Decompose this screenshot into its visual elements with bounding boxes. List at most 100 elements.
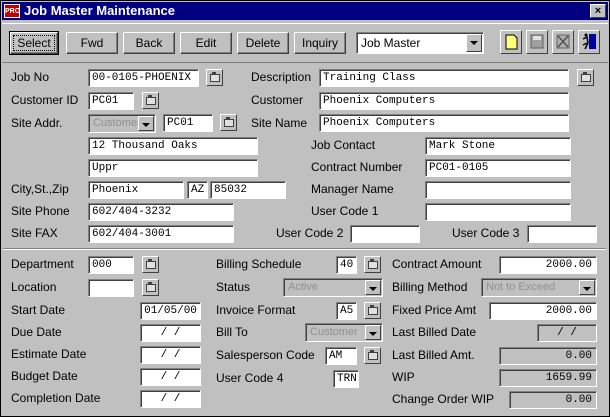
delete-button[interactable]: Delete <box>237 32 289 54</box>
save-disk-icon <box>530 34 544 49</box>
close-button[interactable]: × <box>590 4 606 18</box>
wip-field: 1659.99 <box>499 369 597 387</box>
app-logo-icon: PRO <box>4 4 20 18</box>
billing-method-value: Not to Exceed <box>486 281 556 293</box>
due-date-field[interactable]: / / <box>140 324 201 342</box>
invoice-format-label: Invoice Format <box>216 303 296 317</box>
due-date-label: Due Date <box>11 325 62 339</box>
contract-number-field[interactable]: PC01-0105 <box>425 159 571 177</box>
customer-id-label: Customer ID <box>11 93 79 107</box>
site-fax-label: Site FAX <box>11 226 58 240</box>
customer-field[interactable]: Phoenix Computers <box>319 92 569 110</box>
exit-door-icon <box>582 33 596 50</box>
bill-to-select[interactable]: Customer <box>305 323 383 342</box>
user-code4-label: User Code 4 <box>216 371 284 385</box>
user-code2-label: User Code 2 <box>276 226 344 240</box>
bill-to-label: Bill To <box>216 325 248 339</box>
job-no-lookup-icon[interactable] <box>206 69 223 86</box>
job-contact-field[interactable]: Mark Stone <box>425 137 571 155</box>
department-label: Department <box>11 257 74 271</box>
state-field[interactable]: AZ <box>187 181 208 199</box>
department-lookup-icon[interactable] <box>142 256 159 273</box>
exit-button[interactable] <box>578 30 600 54</box>
job-master-window: PRO Job Master Maintenance × Select Fwd … <box>0 0 610 417</box>
delete-record-button[interactable] <box>552 30 574 54</box>
completion-date-field[interactable]: / / <box>140 390 201 408</box>
site-phone-field[interactable]: 602/404-3232 <box>88 203 234 221</box>
manager-name-label: Manager Name <box>311 182 394 196</box>
change-order-wip-label: Change Order WIP <box>392 392 495 406</box>
last-billed-amt-field: 0.00 <box>499 347 597 365</box>
invoice-format-lookup-icon[interactable] <box>364 302 381 319</box>
contract-number-label: Contract Number <box>311 160 403 174</box>
job-no-label: Job No <box>11 70 50 84</box>
description-lookup-icon[interactable] <box>577 69 594 86</box>
manager-name-field[interactable] <box>425 181 571 199</box>
billing-schedule-field[interactable]: 40 <box>336 256 357 274</box>
chevron-down-icon[interactable] <box>466 34 482 52</box>
city-field[interactable]: Phoenix <box>88 181 184 199</box>
select-button[interactable]: Select <box>9 31 59 55</box>
customer-id-field[interactable]: PC01 <box>88 92 134 110</box>
address2-field[interactable]: Uppr <box>88 159 258 177</box>
site-phone-label: Site Phone <box>11 204 70 218</box>
save-button[interactable] <box>526 30 548 54</box>
location-field[interactable] <box>88 279 134 297</box>
site-code-field[interactable]: PC01 <box>163 114 213 132</box>
site-name-label: Site Name <box>251 116 308 130</box>
fwd-button[interactable]: Fwd <box>66 32 118 54</box>
estimate-date-label: Estimate Date <box>11 347 87 361</box>
chevron-down-icon[interactable] <box>365 280 381 295</box>
fixed-price-amt-label: Fixed Price Amt <box>392 303 477 317</box>
user-code3-label: User Code 3 <box>452 226 520 240</box>
new-button[interactable] <box>500 30 522 54</box>
salesperson-code-field[interactable]: AM <box>325 347 357 365</box>
site-fax-field[interactable]: 602/404-3001 <box>88 225 234 243</box>
billing-schedule-lookup-icon[interactable] <box>364 256 381 273</box>
status-value: Active <box>288 281 318 293</box>
city-state-zip-label: City,St.,Zip <box>11 182 69 196</box>
last-billed-amt-label: Last Billed Amt. <box>392 348 475 362</box>
user-code1-field[interactable] <box>425 203 571 221</box>
site-name-field[interactable]: Phoenix Computers <box>319 114 569 132</box>
location-lookup-icon[interactable] <box>142 279 159 296</box>
site-addr-label: Site Addr. <box>11 116 63 130</box>
customer-id-lookup-icon[interactable] <box>142 92 159 109</box>
chevron-down-icon[interactable] <box>365 325 381 340</box>
delete-record-icon <box>556 34 570 49</box>
address1-field[interactable]: 12 Thousand Oaks <box>88 137 258 155</box>
site-addr-type-select[interactable]: Customer <box>88 114 156 133</box>
start-date-field[interactable]: 01/05/00 <box>140 302 201 320</box>
start-date-label: Start Date <box>11 303 66 317</box>
status-select[interactable]: Active <box>283 278 383 297</box>
contract-amount-field[interactable]: 2000.00 <box>499 256 597 274</box>
site-code-lookup-icon[interactable] <box>220 114 237 131</box>
budget-date-field[interactable]: / / <box>140 368 201 386</box>
user-code1-label: User Code 1 <box>311 204 379 218</box>
user-code4-field[interactable]: TRN <box>333 370 359 388</box>
toolbar: Select Fwd Back Edit Delete Inquiry Job … <box>2 23 608 63</box>
job-no-field[interactable]: 00-0105-PHOENIX <box>88 69 199 87</box>
invoice-format-field[interactable]: A5 <box>336 302 357 320</box>
view-select[interactable]: Job Master <box>356 32 484 54</box>
department-field[interactable]: 000 <box>88 256 134 274</box>
salesperson-code-lookup-icon[interactable] <box>364 347 381 364</box>
back-button[interactable]: Back <box>123 32 175 54</box>
bill-to-value: Customer <box>310 326 358 338</box>
last-billed-date-field: / / <box>537 324 597 342</box>
billing-method-select[interactable]: Not to Exceed <box>481 278 597 297</box>
fixed-price-amt-field[interactable]: 2000.00 <box>489 302 597 320</box>
user-code2-field[interactable] <box>350 225 420 243</box>
description-field[interactable]: Training Class <box>319 69 569 87</box>
zip-field[interactable]: 85032 <box>210 181 286 199</box>
chevron-down-icon[interactable] <box>579 280 595 295</box>
user-code3-field[interactable] <box>527 225 597 243</box>
window-title: Job Master Maintenance <box>24 3 175 18</box>
edit-button[interactable]: Edit <box>180 32 232 54</box>
estimate-date-field[interactable]: / / <box>140 346 201 364</box>
billing-schedule-label: Billing Schedule <box>216 257 302 271</box>
chevron-down-icon[interactable] <box>138 116 154 131</box>
inquiry-button[interactable]: Inquiry <box>294 32 346 54</box>
description-label: Description <box>251 70 312 84</box>
change-order-wip-field: 0.00 <box>509 391 597 409</box>
